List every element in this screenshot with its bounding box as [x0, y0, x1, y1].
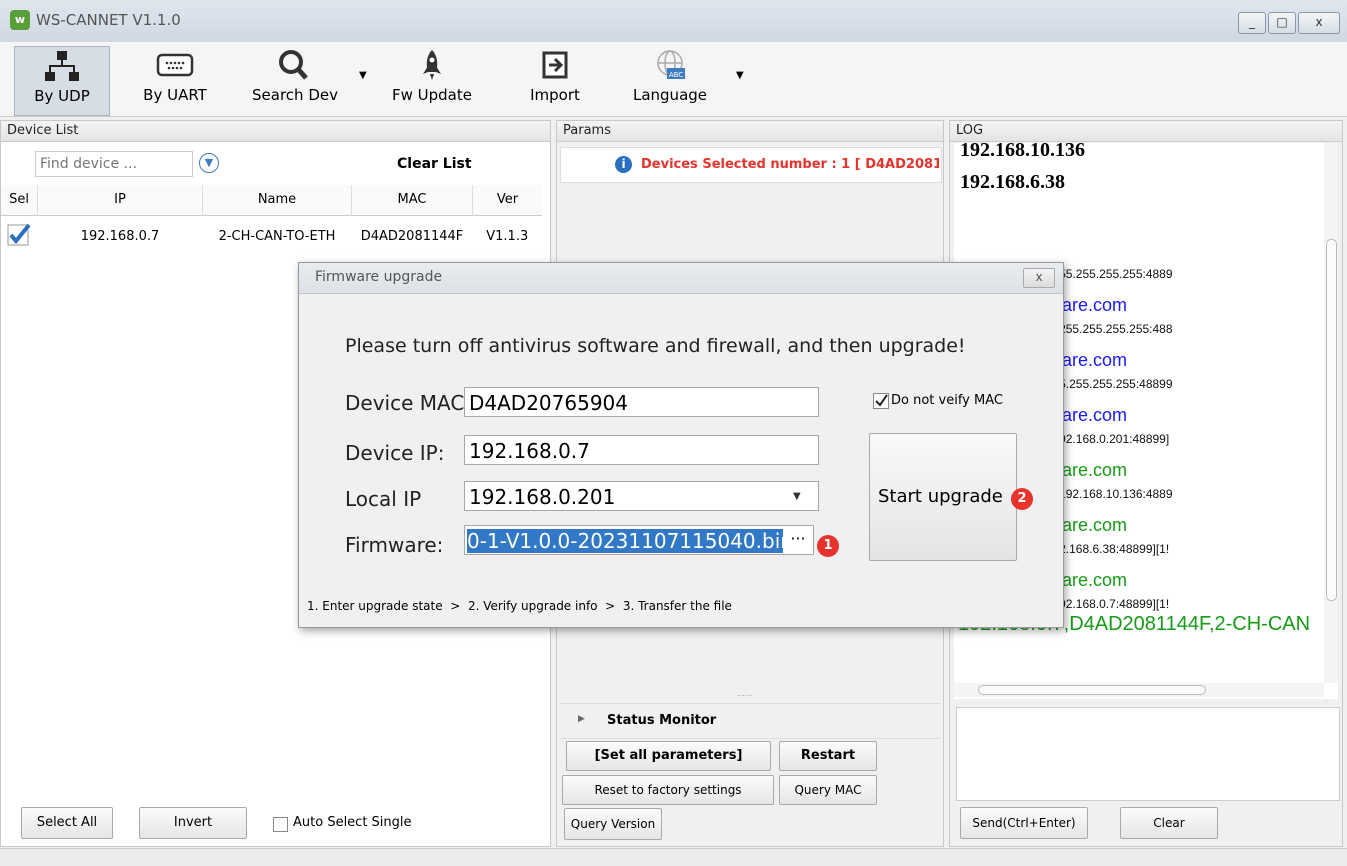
table-row[interactable]: 192.168.0.7 2-CH-CAN-TO-ETH D4AD2081144F…: [1, 215, 542, 257]
find-device-input[interactable]: [35, 151, 193, 177]
ip-field[interactable]: 192.168.0.7: [464, 435, 819, 465]
local-ip-value: 192.168.0.201: [469, 485, 616, 509]
auto-select-label: Auto Select Single: [293, 815, 412, 830]
upgrade-warning: Please turn off antivirus software and f…: [345, 335, 966, 357]
fw-update-button[interactable]: Fw Update: [382, 46, 482, 114]
vscroll-thumb[interactable]: [1326, 239, 1337, 601]
maximize-button[interactable]: □: [1268, 12, 1296, 34]
clear-log-button[interactable]: Clear: [1120, 807, 1218, 839]
local-ip-select[interactable]: 192.168.0.201 ▼: [464, 481, 819, 511]
clear-list-button[interactable]: Clear List: [397, 156, 472, 172]
info-icon: i: [615, 156, 632, 173]
no-verify-checkbox[interactable]: [873, 393, 889, 409]
reset-factory-button[interactable]: Reset to factory settings: [562, 775, 774, 805]
rocket-icon: [423, 50, 441, 80]
import-button[interactable]: Import: [520, 46, 590, 114]
status-bar: [0, 848, 1347, 866]
send-button[interactable]: Send(Ctrl+Enter): [960, 807, 1088, 839]
language-abc-badge: ABC: [669, 71, 683, 79]
search-icon: [279, 50, 308, 80]
start-upgrade-label: Start upgrade: [878, 486, 1003, 507]
row-name: 2-CH-CAN-TO-ETH: [218, 228, 336, 244]
status-monitor-label: Status Monitor: [607, 713, 717, 728]
by-uart-label: By UART: [143, 86, 207, 104]
mac-label: Device MAC:: [345, 391, 472, 415]
checkbox-checked-icon: [7, 223, 31, 246]
start-upgrade-button[interactable]: Start upgrade: [869, 433, 1017, 561]
browse-button[interactable]: ···: [783, 526, 813, 554]
mac-field[interactable]: D4AD20765904: [464, 387, 819, 417]
selected-info-bar: i Devices Selected number : 1 [ D4AD2081: [560, 147, 942, 183]
step-badge-2: 2: [1011, 488, 1033, 510]
hscroll-thumb[interactable]: [978, 685, 1206, 695]
expand-arrow-icon[interactable]: ▶: [578, 714, 585, 724]
splitter-grip[interactable]: ......: [737, 689, 752, 698]
dropdown-arrow-icon[interactable]: ▼: [793, 482, 801, 510]
log-line-ip2: 192.168.6.38: [960, 171, 1065, 193]
no-verify-label: Do not veify MAC: [891, 393, 1003, 408]
search-dev-button[interactable]: Search Dev: [240, 46, 350, 114]
firmware-upgrade-dialog: Firmware upgrade x Please turn off antiv…: [298, 262, 1064, 628]
firmware-label: Firmware:: [345, 533, 444, 557]
app-logo-icon: w: [10, 10, 30, 30]
serial-port-icon: [156, 53, 194, 77]
dialog-close-button[interactable]: x: [1023, 268, 1055, 288]
row-checkbox[interactable]: [1, 215, 38, 257]
title-bar: w WS-CANNET V1.1.0 _ □ x: [0, 0, 1347, 42]
local-ip-label: Local IP: [345, 487, 422, 511]
language-label: Language: [632, 86, 708, 104]
language-dropdown-icon[interactable]: ▼: [736, 70, 744, 81]
ip-label: Device IP:: [345, 441, 445, 465]
dialog-title-bar: Firmware upgrade x: [299, 263, 1063, 294]
log-header: LOG: [950, 121, 1342, 142]
col-sel[interactable]: Sel: [1, 185, 38, 215]
col-mac[interactable]: MAC: [351, 185, 473, 215]
fw-update-label: Fw Update: [392, 86, 472, 104]
log-vertical-scrollbar[interactable]: [1324, 143, 1338, 683]
checkmark-icon: [875, 394, 888, 407]
query-mac-button[interactable]: Query MAC: [779, 775, 877, 805]
col-ver[interactable]: Ver: [473, 185, 543, 215]
params-header: Params: [557, 121, 943, 142]
query-version-button[interactable]: Query Version: [564, 808, 662, 840]
device-list-header: Device List: [1, 121, 550, 142]
close-button[interactable]: x: [1298, 12, 1340, 34]
invert-button[interactable]: Invert: [139, 807, 247, 839]
dialog-title: Firmware upgrade: [315, 269, 443, 285]
step-badge-1: 1: [817, 535, 839, 557]
by-udp-button[interactable]: By UDP: [14, 46, 110, 116]
select-all-button[interactable]: Select All: [21, 807, 113, 839]
device-table: Sel IP Name MAC Ver 192.168.0.7 2-CH-CAN…: [1, 185, 542, 257]
set-all-parameters-button[interactable]: [Set all parameters]: [566, 741, 771, 771]
search-dropdown-icon[interactable]: ▼: [359, 70, 367, 81]
row-mac: D4AD2081144F: [360, 228, 464, 244]
language-button[interactable]: ABC Language: [620, 46, 720, 114]
log-line-ip1: 192.168.10.136: [960, 143, 1085, 161]
col-name[interactable]: Name: [202, 185, 352, 215]
upgrade-steps: 1. Enter upgrade state > 2. Verify upgra…: [307, 599, 732, 613]
search-dev-label: Search Dev: [252, 86, 338, 104]
network-icon: [45, 51, 79, 81]
selected-info-text: Devices Selected number : 1 [ D4AD2081: [641, 157, 939, 172]
send-input[interactable]: [956, 707, 1340, 801]
find-down-icon[interactable]: ▼: [199, 153, 219, 173]
import-icon: [542, 51, 568, 79]
firmware-field[interactable]: 0-1-V1.0.0-20231107115040.bin ···: [464, 525, 814, 555]
row-ip: 192.168.0.7: [80, 228, 160, 244]
globe-icon: ABC: [657, 50, 685, 79]
window-title: WS-CANNET V1.1.0: [36, 11, 181, 29]
restart-button[interactable]: Restart: [779, 741, 877, 771]
import-label: Import: [530, 86, 580, 104]
row-ver: V1.1.3: [486, 228, 529, 244]
by-uart-button[interactable]: By UART: [135, 46, 215, 114]
toolbar: By UDP By UART Search Dev ▼ Fw Update Im…: [0, 42, 1347, 117]
log-horizontal-scrollbar[interactable]: [954, 683, 1324, 697]
col-ip[interactable]: IP: [37, 185, 203, 215]
firmware-path: 0-1-V1.0.0-20231107115040.bin: [467, 529, 793, 553]
by-udp-label: By UDP: [34, 87, 90, 105]
auto-select-checkbox[interactable]: [273, 817, 288, 832]
status-monitor-section[interactable]: ▶ Status Monitor: [560, 703, 940, 739]
minimize-button[interactable]: _: [1238, 12, 1266, 34]
